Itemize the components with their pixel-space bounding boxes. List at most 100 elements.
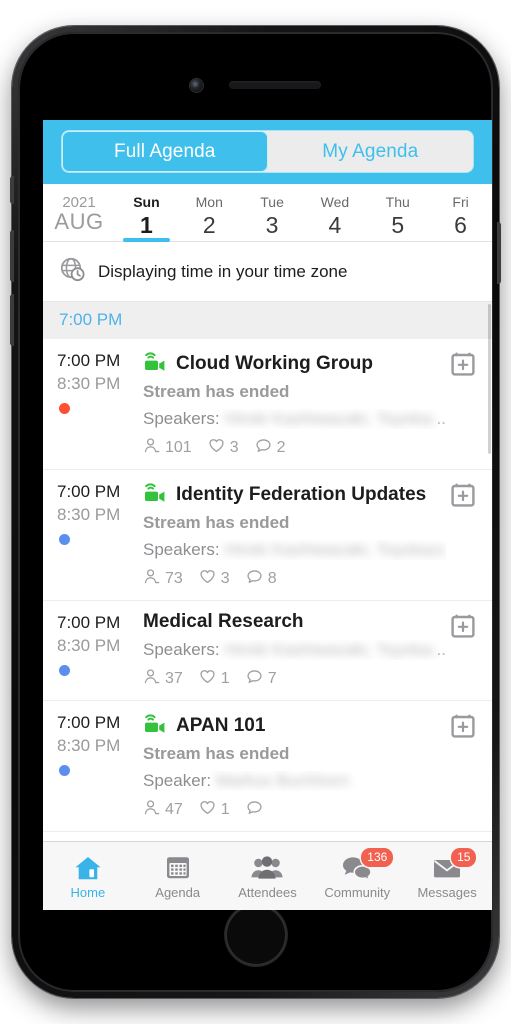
- agenda-list[interactable]: 7:00 PM 7:00 PM 8:30 PM Cloud Working Gr…: [43, 302, 492, 841]
- event-comment-count: 7: [246, 668, 277, 690]
- person-icon: [143, 568, 160, 590]
- people-icon: [250, 852, 284, 882]
- date-strip-day-wed-num: 4: [328, 211, 342, 238]
- event-speakers-label: Speakers:: [143, 640, 220, 659]
- agenda-segmented-control[interactable]: Full Agenda My Agenda: [62, 131, 473, 172]
- date-strip-day-sun-dow: Sun: [133, 194, 160, 211]
- screenshot-stage: Full Agenda My Agenda 2021 AUG Sun 1 Mon…: [0, 0, 511, 1024]
- event-time-column: 7:00 PM 8:30 PM: [57, 611, 143, 690]
- date-strip-selected-indicator: [123, 238, 170, 242]
- event-time-column: 7:00 PM 8:30 PM: [57, 349, 143, 459]
- date-strip-day-wed-dow: Wed: [320, 194, 350, 211]
- power-button[interactable]: [497, 222, 501, 284]
- event-speakers-names: Hiroki Kashiwazaki, Toyokazu S.: [224, 540, 446, 559]
- event-attendee-count: 101: [143, 437, 192, 459]
- event-title-row: Medical Research: [143, 611, 446, 633]
- event-start-time: 7:00 PM: [57, 713, 121, 732]
- tab-community-label: Community: [324, 885, 391, 900]
- tab-my-agenda[interactable]: My Agenda: [267, 131, 473, 172]
- event-like-count: 3: [199, 568, 230, 590]
- comment-icon: [246, 799, 263, 821]
- event-attendee-value: 47: [165, 801, 183, 818]
- tab-agenda-label: Agenda: [155, 885, 201, 900]
- add-to-calendar-button[interactable]: [450, 711, 480, 821]
- agenda-header: Full Agenda My Agenda: [43, 120, 492, 184]
- globe-clock-icon: [59, 256, 85, 287]
- date-strip-month: 2021 AUG: [43, 195, 115, 241]
- date-strip-day-tue-dow: Tue: [260, 194, 284, 211]
- event-comment-value: 2: [276, 439, 286, 456]
- event-comment-count: [246, 799, 268, 821]
- agenda-event-row[interactable]: 7:00 PM 8:30 PM: [43, 339, 492, 470]
- calendar-plus-icon: [451, 614, 475, 638]
- home-icon: [73, 852, 103, 882]
- calendar-plus-icon: [451, 483, 475, 507]
- event-time-column: 7:00 PM 8:30 PM: [57, 480, 143, 590]
- tab-attendees[interactable]: Attendees: [223, 842, 313, 910]
- calendar-plus-icon: [451, 714, 475, 738]
- tab-messages[interactable]: 15 Messages: [402, 842, 492, 910]
- tab-agenda[interactable]: Agenda: [133, 842, 223, 910]
- event-status-dot: [59, 403, 70, 414]
- date-strip-day-thu[interactable]: Thu 5: [366, 195, 429, 241]
- agenda-event-row[interactable]: 7:00 PM 8:30 PM: [43, 701, 492, 832]
- date-strip-day-sun-num: 1: [140, 211, 153, 238]
- event-speakers-names: Hiroki Kashiwazaki, Toyokazu S.: [224, 409, 434, 428]
- tab-community[interactable]: 136 Community: [312, 842, 402, 910]
- date-strip-month-label: AUG: [54, 208, 104, 234]
- date-strip-day-fri-num: 6: [454, 211, 467, 238]
- date-strip-day-mon[interactable]: Mon 2: [178, 195, 241, 241]
- calendar-plus-icon: [451, 352, 475, 376]
- phone-top-hardware: [18, 72, 493, 98]
- add-to-calendar-button[interactable]: [450, 611, 480, 690]
- event-speakers: Speaker: Markus Buchhorn: [143, 771, 446, 791]
- event-title-row: APAN 101: [143, 711, 446, 740]
- person-icon: [143, 668, 160, 690]
- timezone-banner-text: Displaying time in your time zone: [98, 261, 348, 281]
- event-start-time: 7:00 PM: [57, 482, 121, 501]
- date-strip-day-thu-dow: Thu: [385, 194, 410, 211]
- heart-icon: [199, 799, 216, 821]
- add-to-calendar-button[interactable]: [450, 349, 480, 459]
- event-title: Cloud Working Group: [176, 352, 374, 374]
- event-stream-status: Stream has ended: [143, 382, 290, 401]
- comment-icon: [246, 668, 263, 690]
- tab-full-agenda[interactable]: Full Agenda: [62, 131, 268, 172]
- tab-attendees-label: Attendees: [238, 885, 297, 900]
- date-strip[interactable]: 2021 AUG Sun 1 Mon 2 Tue 3 Wed 4 Thu 5 F…: [43, 184, 492, 242]
- agenda-event-row[interactable]: 7:00 PM 8:30 PM Medical Research Speaker…: [43, 601, 492, 701]
- event-comment-value: 7: [267, 670, 277, 687]
- event-attendee-value: 37: [165, 670, 183, 687]
- app-screen: Full Agenda My Agenda 2021 AUG Sun 1 Mon…: [43, 120, 492, 910]
- event-body: Cloud Working Group Stream has ended Spe…: [143, 349, 450, 459]
- agenda-event-row[interactable]: 7:00 PM 8:30 PM: [43, 470, 492, 601]
- event-end-time: 8:30 PM: [57, 636, 121, 655]
- event-like-value: 1: [220, 801, 230, 818]
- volume-down-button[interactable]: [10, 294, 14, 346]
- event-attendee-count: 73: [143, 568, 183, 590]
- tab-home[interactable]: Home: [43, 842, 133, 910]
- event-like-value: 3: [220, 570, 230, 587]
- event-attendee-count: 47: [143, 799, 183, 821]
- earpiece-speaker: [229, 81, 321, 89]
- heart-icon: [199, 568, 216, 590]
- event-body: Medical Research Speakers: Hiroki Kashiw…: [143, 611, 450, 690]
- event-speakers-names: Markus Buchhorn: [216, 771, 350, 790]
- date-strip-day-mon-dow: Mon: [195, 194, 223, 211]
- add-to-calendar-button[interactable]: [450, 480, 480, 590]
- date-strip-day-fri[interactable]: Fri 6: [429, 195, 492, 241]
- date-strip-day-mon-num: 2: [202, 211, 216, 238]
- comment-icon: [255, 437, 272, 459]
- event-start-time: 7:00 PM: [57, 613, 121, 632]
- event-comment-count: 2: [255, 437, 286, 459]
- date-strip-day-tue[interactable]: Tue 3: [241, 195, 304, 241]
- event-like-count: 3: [208, 437, 239, 459]
- event-title-row: Identity Federation Updates: [143, 480, 446, 509]
- event-speakers: Speakers: Hiroki Kashiwazaki, Toyokazu S…: [143, 540, 446, 560]
- date-strip-day-wed[interactable]: Wed 4: [303, 195, 366, 241]
- home-button[interactable]: [224, 904, 287, 966]
- date-strip-day-sun[interactable]: Sun 1: [115, 194, 178, 242]
- volume-up-button[interactable]: [10, 230, 14, 282]
- event-stream-status: Stream has ended: [143, 513, 290, 532]
- silence-switch[interactable]: [10, 176, 14, 204]
